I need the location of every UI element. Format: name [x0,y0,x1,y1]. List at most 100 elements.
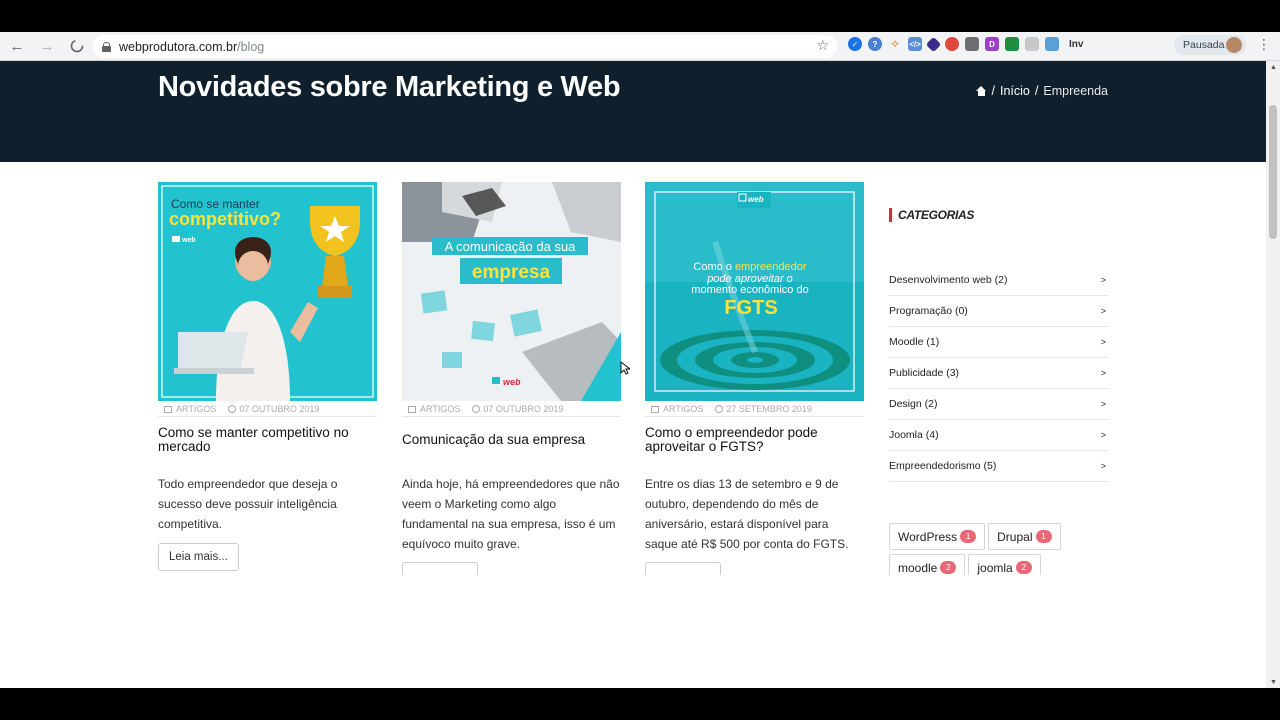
post-excerpt: Todo empreendedor que deseja o sucesso d… [158,477,338,531]
chevron-right-icon: > [1100,461,1106,471]
extension-d-icon[interactable]: D [985,37,999,51]
post-title[interactable]: Como o empreendedor pode aproveitar o FG… [645,426,864,454]
clock-icon [228,405,237,413]
home-icon[interactable] [975,86,987,96]
scrollbar-thumb[interactable] [1269,105,1277,239]
post-date: 07 OUTUBRO 2019 [228,404,319,416]
svg-text:competitivo?: competitivo? [169,209,281,229]
svg-text:web: web [748,195,764,204]
svg-text:Como o empreendedor: Como o empreendedor [693,261,806,273]
page-header-banner: Novidades sobre Marketing e Web / Início… [0,61,1266,162]
chevron-right-icon: > [1100,275,1106,285]
page-title: Novidades sobre Marketing e Web [158,71,621,103]
post-date: 07 OUTUBRO 2019 [472,404,563,416]
post-thumbnail[interactable]: A comunicação da sua empresa web [402,182,621,401]
blog-post-card: Como se manter competitivo? web ARTIGOS … [158,182,377,571]
address-bar[interactable]: webprodutora.com.br/blog ☆ [92,35,837,58]
profile-chip[interactable]: Pausada [1174,35,1246,55]
clock-icon [472,405,481,413]
avatar [1226,37,1242,53]
svg-text:FGTS: FGTS [724,297,777,319]
breadcrumb-inicio-link[interactable]: Início [1000,84,1030,98]
sidebar-fold [880,575,1140,688]
extension-tool-icon[interactable]: ✧ [888,37,902,51]
clock-icon [715,405,724,413]
category-item[interactable]: Desenvolvimento web (2) > [889,265,1108,296]
profile-status-label: Pausada [1183,39,1225,51]
svg-text:A comunicação da sua: A comunicação da sua [445,239,577,254]
extension-code-icon[interactable]: </> [908,37,922,51]
post-date: 27 SETEMBRO 2019 [715,404,812,416]
browser-toolbar: ← → webprodutora.com.br/blog ☆ [0,32,1280,61]
breadcrumb-separator: / [991,84,995,98]
mouse-cursor-icon [620,361,630,375]
svg-text:empresa: empresa [472,262,551,283]
page-viewport: Novidades sobre Marketing e Web / Início… [0,61,1266,688]
url-domain: webprodutora.com.br [119,39,238,54]
post-category[interactable]: ARTIGOS [651,404,703,416]
category-item[interactable]: Publicidade (3) > [889,358,1108,389]
categories-heading: CATEGORIAS [889,208,974,222]
svg-text:web: web [181,237,196,244]
tag-count-badge: 1 [960,530,977,543]
bookmark-star-icon[interactable]: ☆ [816,37,829,54]
lock-icon [102,41,111,52]
page-scrollbar[interactable]: ▲ ▼ [1266,61,1280,688]
category-item[interactable]: Empreendedorismo (5) > [889,451,1108,482]
category-item[interactable]: Moodle (1) > [889,327,1108,358]
extension-inv-label[interactable]: Inv [1069,39,1083,50]
svg-text:momento econômico do: momento econômico do [691,284,808,296]
extension-tag-icon[interactable] [965,37,979,51]
read-more-button[interactable]: Leia mais... [158,543,239,571]
folder-icon [164,406,172,413]
svg-text:web: web [503,377,521,387]
post-excerpt: Entre os dias 13 de setembro e 9 de outu… [645,477,849,551]
scroll-down-arrow-icon[interactable]: ▼ [1270,679,1277,686]
tag-wordpress[interactable]: WordPress 1 [889,523,986,550]
breadcrumb-separator: / [1034,84,1039,98]
tag-drupal[interactable]: Drupal 1 [988,523,1061,550]
browser-menu-icon[interactable]: ⋮ [1257,36,1271,53]
tag-count-badge: 2 [940,561,957,574]
screen-bottom-border [0,688,1280,720]
post-thumbnail[interactable]: Como se manter competitivo? web [158,182,377,401]
post-title[interactable]: Comunicação da sua empresa [402,426,621,454]
post-meta: ARTIGOS 07 OUTUBRO 2019 [158,401,377,417]
url-path: /blog [237,39,265,54]
back-arrow-icon[interactable]: ← [4,33,30,59]
chevron-right-icon: > [1100,337,1106,347]
extension-green-icon[interactable] [1005,37,1019,51]
post-category[interactable]: ARTIGOS [164,404,216,416]
post-excerpt: Ainda hoje, há empreendedores que não ve… [402,477,620,551]
extension-search-icon[interactable]: ? [868,37,882,51]
chevron-right-icon: > [1100,368,1106,378]
folder-icon [651,406,659,413]
loading-stop-icon[interactable] [64,33,90,59]
extension-color-icon[interactable] [945,37,959,51]
tag-cloud: WordPress 1 Drupal 1 moodle 2 joomla 2 [889,523,1119,581]
forward-arrow-icon[interactable]: → [34,33,60,59]
category-item[interactable]: Design (2) > [889,389,1108,420]
category-item[interactable]: Programação (0) > [889,296,1108,327]
extension-cart-icon[interactable] [1045,37,1059,51]
chevron-right-icon: > [1100,430,1106,440]
chevron-right-icon: > [1100,306,1106,316]
extension-diamond-icon[interactable] [925,36,942,52]
breadcrumb-current: Empreenda [1043,84,1108,98]
post-meta: ARTIGOS 07 OUTUBRO 2019 [402,401,621,417]
folder-icon [408,406,416,413]
post-category[interactable]: ARTIGOS [408,404,460,416]
scroll-up-arrow-icon[interactable]: ▲ [1270,64,1277,71]
post-title[interactable]: Como se manter competitivo no mercado [158,426,377,454]
tag-count-badge: 1 [1035,530,1052,543]
extension-check-icon[interactable]: ✓ [848,37,862,51]
blog-post-card: web Como o empreendedor pode aproveitar … [645,182,864,595]
blog-post-card: A comunicação da sua empresa web ARTIGOS… [402,182,621,595]
category-list: Desenvolvimento web (2) > Programação (0)… [889,265,1108,482]
category-item[interactable]: Joomla (4) > [889,420,1108,451]
extension-gray-icon[interactable] [1025,37,1039,51]
screen-top-border [0,0,1280,32]
post-thumbnail[interactable]: web Como o empreendedor pode aproveitar … [645,182,864,401]
extensions-row: ✓ ? ✧ </> D Inv [848,36,1083,52]
breadcrumb: / Início / Empreenda [975,84,1108,98]
